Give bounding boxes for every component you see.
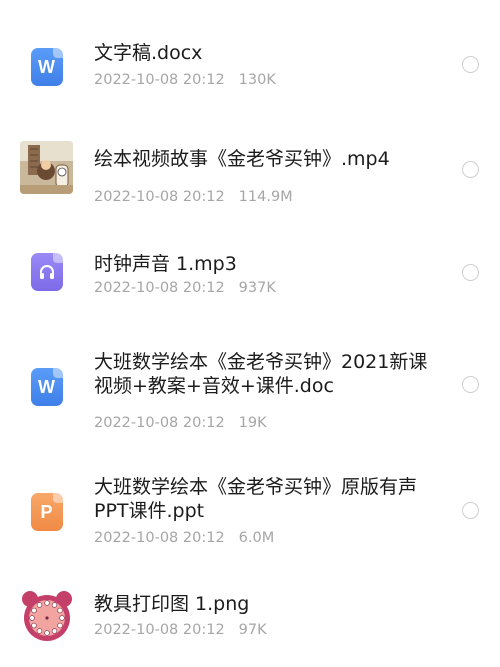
file-date: 2022-10-08 20:12 [94, 280, 225, 296]
file-name: 绘本视频故事《金老爷买钟》.mp4 [94, 148, 390, 170]
file-row[interactable]: W 大班数学绘本《金老爷买钟》2021新课 视频+教案+音效+课件.doc 20… [0, 328, 500, 450]
file-thumbnail: W [20, 48, 73, 86]
audio-file-icon [30, 253, 63, 291]
file-size: 937K [238, 280, 276, 296]
file-date: 2022-10-08 20:12 [94, 622, 225, 638]
select-radio[interactable] [462, 56, 479, 73]
file-meta: 2022-10-08 20:12 6.0M [94, 530, 274, 546]
file-name: 大班数学绘本《金老爷买钟》2021新课 视频+教案+音效+课件.doc [94, 351, 428, 397]
file-size: 19K [238, 415, 267, 431]
select-radio[interactable] [462, 161, 479, 178]
select-radio[interactable] [462, 502, 479, 519]
file-size: 130K [238, 72, 276, 88]
select-radio[interactable] [462, 376, 479, 393]
file-thumbnail: W [20, 368, 73, 406]
word-icon: W [30, 368, 63, 406]
word-icon: W [30, 48, 63, 86]
powerpoint-icon: P [30, 493, 63, 531]
file-size: 6.0M [238, 530, 275, 546]
file-thumbnail [20, 253, 73, 291]
file-date: 2022-10-08 20:12 [94, 415, 225, 431]
file-row[interactable]: W 文字稿.docx 2022-10-08 20:12 130K [0, 0, 500, 120]
file-date: 2022-10-08 20:12 [94, 530, 225, 546]
file-meta: 2022-10-08 20:12 19K [94, 415, 267, 431]
file-row[interactable]: 时钟声音 1.mp3 2022-10-08 20:12 937K [0, 228, 500, 328]
file-meta: 2022-10-08 20:12 97K [94, 622, 267, 638]
video-thumbnail [20, 141, 73, 194]
file-date: 2022-10-08 20:12 [94, 72, 225, 88]
file-row[interactable]: P 大班数学绘本《金老爷买钟》原版有声 PPT课件.ppt 2022-10-08… [0, 450, 500, 570]
file-size: 114.9M [238, 189, 293, 205]
file-row[interactable]: 教具打印图 1.png 2022-10-08 20:12 97K [0, 570, 500, 667]
file-size: 97K [238, 622, 267, 638]
file-name: 文字稿.docx [94, 42, 203, 64]
file-name: 大班数学绘本《金老爷买钟》原版有声 PPT课件.ppt [94, 476, 418, 522]
headphones-icon [39, 265, 54, 279]
file-name: 教具打印图 1.png [94, 593, 250, 615]
file-thumbnail: P [20, 493, 73, 531]
file-meta: 2022-10-08 20:12 937K [94, 280, 276, 296]
file-thumbnail [20, 589, 73, 643]
file-date: 2022-10-08 20:12 [94, 189, 225, 205]
select-radio[interactable] [462, 264, 479, 281]
file-meta: 2022-10-08 20:12 114.9M [94, 189, 293, 205]
file-row[interactable]: 绘本视频故事《金老爷买钟》.mp4 2022-10-08 20:12 114.9M [0, 120, 500, 228]
clock-image-thumbnail [20, 589, 74, 643]
file-name: 时钟声音 1.mp3 [94, 253, 237, 275]
file-thumbnail [20, 141, 73, 194]
file-meta: 2022-10-08 20:12 130K [94, 72, 276, 88]
